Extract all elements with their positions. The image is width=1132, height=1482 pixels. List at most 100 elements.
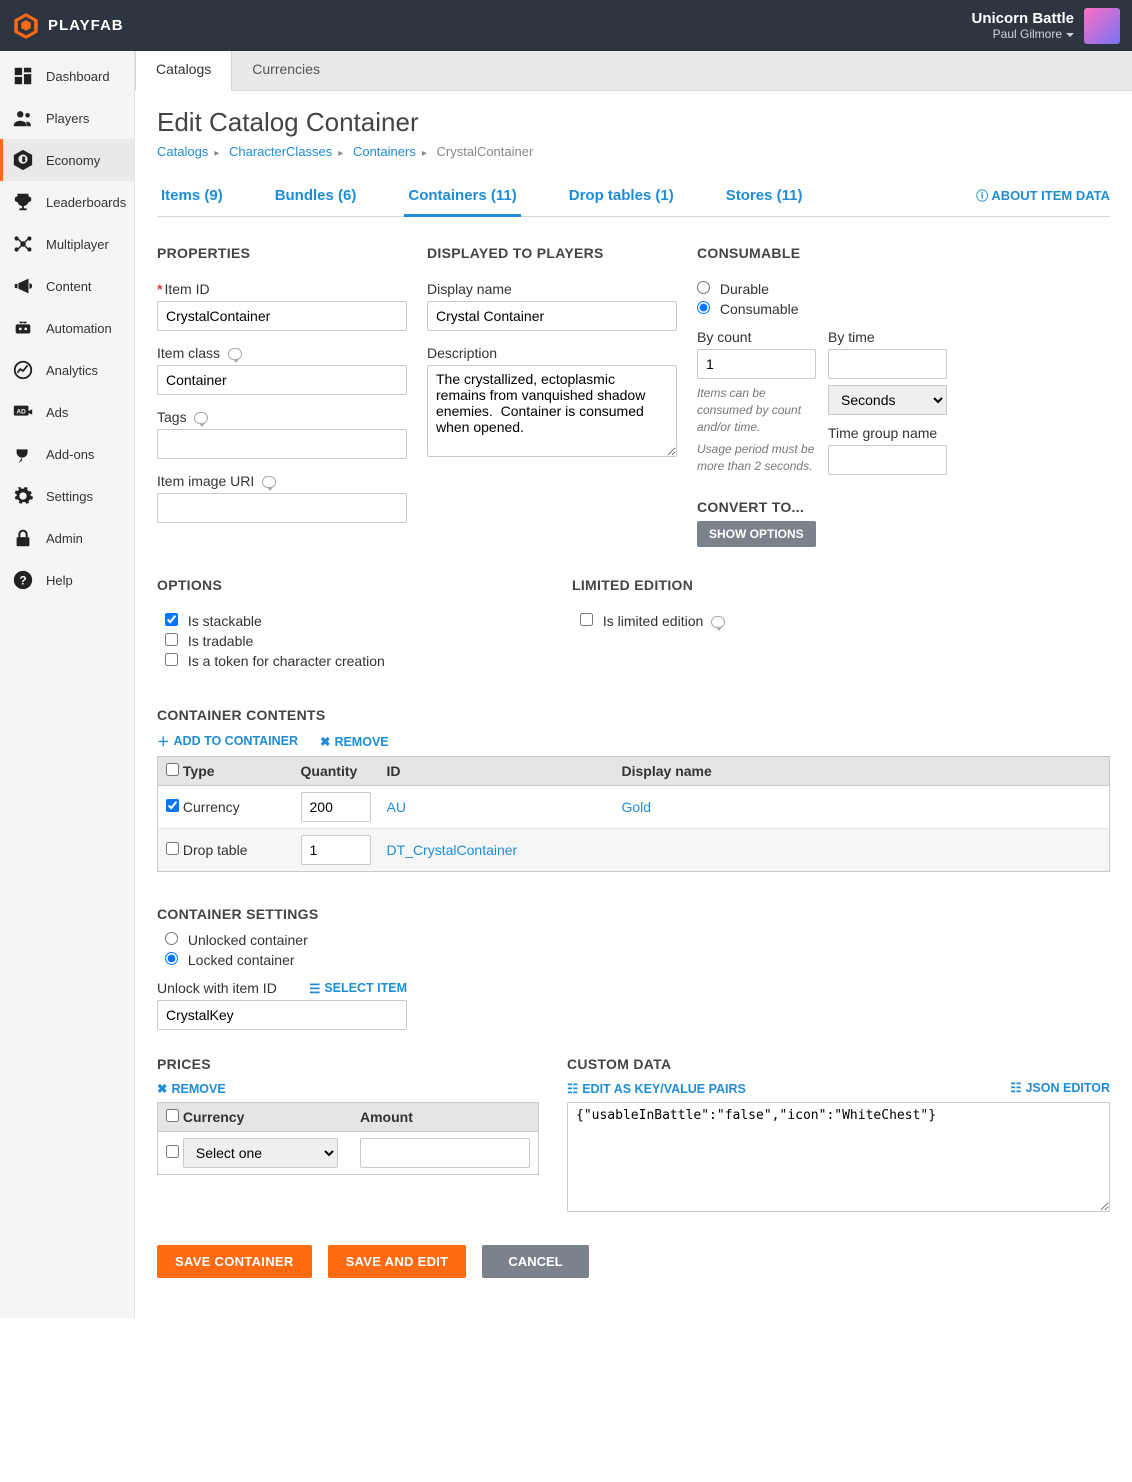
catalog-tabs: Items (9) Bundles (6) Containers (11) Dr…	[157, 177, 1110, 217]
image-uri-input[interactable]	[157, 493, 407, 523]
sidebar-item-content[interactable]: Content	[0, 265, 134, 307]
select-all-contents[interactable]	[166, 763, 179, 776]
content-dn-link[interactable]: Gold	[622, 799, 652, 815]
unlocked-radio[interactable]: Unlocked container	[165, 932, 308, 948]
content-id-link[interactable]: DT_CrystalContainer	[387, 842, 518, 858]
sidebar-item-automation[interactable]: Automation	[0, 307, 134, 349]
tags-input[interactable]	[157, 429, 407, 459]
sidebar-item-dashboard[interactable]: Dashboard	[0, 55, 134, 97]
crumb-catalogs[interactable]: Catalogs	[157, 144, 208, 159]
tradable-checkbox[interactable]: Is tradable	[165, 633, 253, 649]
custom-data-textarea[interactable]: {"usableInBattle":"false","icon":"WhiteC…	[567, 1102, 1110, 1212]
dashboard-icon	[12, 65, 34, 87]
locked-radio[interactable]: Locked container	[165, 952, 295, 968]
description-label: Description	[427, 345, 677, 361]
stackable-checkbox[interactable]: Is stackable	[165, 613, 262, 629]
sidebar: Dashboard Players Economy Leaderboards M…	[0, 51, 135, 1318]
item-class-label: Item class	[157, 345, 407, 361]
sidebar-item-admin[interactable]: Admin	[0, 517, 134, 559]
qty-input[interactable]	[301, 835, 371, 865]
item-id-input[interactable]	[157, 301, 407, 331]
remove-price-link[interactable]: ✖ REMOVE	[157, 1081, 226, 1096]
qty-input[interactable]	[301, 792, 371, 822]
sidebar-item-economy[interactable]: Economy	[0, 139, 134, 181]
sidebar-item-players[interactable]: Players	[0, 97, 134, 139]
brand-text: PLAYFAB	[48, 17, 124, 34]
by-time-input[interactable]	[828, 349, 947, 379]
content-id-link[interactable]: AU	[387, 799, 406, 815]
sub-nav: Catalogs Currencies	[135, 51, 1132, 91]
tab-drop-tables[interactable]: Drop tables (1)	[565, 177, 678, 216]
edit-kv-link[interactable]: ☷ EDIT AS KEY/VALUE PAIRS	[567, 1081, 746, 1096]
tab-items[interactable]: Items (9)	[157, 177, 227, 216]
display-name-label: Display name	[427, 281, 677, 297]
options-section: OPTIONS Is stackable Is tradable Is a to…	[157, 577, 552, 673]
user-menu[interactable]: Unicorn Battle Paul Gilmore	[971, 8, 1120, 44]
page-title: Edit Catalog Container	[157, 107, 1110, 138]
sidebar-item-multiplayer[interactable]: Multiplayer	[0, 223, 134, 265]
table-row: Select one	[158, 1132, 539, 1175]
currency-select[interactable]: Select one	[183, 1138, 338, 1168]
token-checkbox[interactable]: Is a token for character creation	[165, 653, 385, 669]
row-checkbox[interactable]	[166, 799, 179, 812]
crumb-containers[interactable]: Containers	[353, 144, 416, 159]
unlock-item-input[interactable]	[157, 1000, 407, 1030]
add-to-container-link[interactable]: ＋ ADD TO CONTAINER	[157, 731, 298, 750]
crumb-current: CrystalContainer	[436, 144, 533, 159]
about-item-data-link[interactable]: ⓘ ABOUT ITEM DATA	[976, 187, 1110, 204]
displayed-section: DISPLAYED TO PLAYERS Display name Descri…	[427, 245, 677, 547]
tab-containers[interactable]: Containers (11)	[404, 177, 520, 217]
properties-section: PROPERTIES *Item ID Item class Tags	[157, 245, 407, 547]
tab-stores[interactable]: Stores (11)	[722, 177, 807, 216]
sidebar-item-addons[interactable]: Add-ons	[0, 433, 134, 475]
tab-bundles[interactable]: Bundles (6)	[271, 177, 361, 216]
subnav-catalogs[interactable]: Catalogs	[135, 51, 232, 91]
durable-radio[interactable]: Durable	[697, 281, 769, 297]
limited-section: LIMITED EDITION Is limited edition	[572, 577, 725, 673]
description-input[interactable]: The crystallized, ectoplasmic remains fr…	[427, 365, 677, 457]
sidebar-item-settings[interactable]: Settings	[0, 475, 134, 517]
row-checkbox[interactable]	[166, 1145, 179, 1158]
item-class-input[interactable]	[157, 365, 407, 395]
display-name-input[interactable]	[427, 301, 677, 331]
unlock-label: Unlock with item ID	[157, 980, 277, 996]
prices-section: PRICES ✖ REMOVE Currency Amount Select o…	[157, 1056, 539, 1215]
cancel-button[interactable]: CANCEL	[482, 1245, 588, 1278]
save-container-button[interactable]: SAVE CONTAINER	[157, 1245, 312, 1278]
remove-content-link[interactable]: ✖ REMOVE	[320, 734, 389, 749]
sidebar-item-help[interactable]: ?Help	[0, 559, 134, 601]
time-group-label: Time group name	[828, 425, 947, 441]
megaphone-icon	[12, 275, 34, 297]
by-time-unit-select[interactable]: Seconds	[828, 385, 947, 415]
show-options-button[interactable]: SHOW OPTIONS	[697, 521, 816, 547]
settings-section: CONTAINER SETTINGS Unlocked container Lo…	[157, 906, 1110, 1030]
sidebar-item-leaderboards[interactable]: Leaderboards	[0, 181, 134, 223]
json-editor-link[interactable]: ☷ JSON EDITOR	[1010, 1080, 1110, 1095]
tags-label: Tags	[157, 409, 407, 425]
select-item-link[interactable]: ☰ SELECT ITEM	[309, 981, 407, 996]
comment-icon	[228, 348, 242, 360]
crumb-characterclasses[interactable]: CharacterClasses	[229, 144, 332, 159]
subnav-currencies[interactable]: Currencies	[232, 51, 340, 90]
consumable-help2: Usage period must be more than 2 seconds…	[697, 441, 816, 475]
ads-icon: AD	[12, 401, 34, 423]
consumable-section: CONSUMABLE Durable Consumable By count I…	[697, 245, 947, 547]
sidebar-item-ads[interactable]: ADAds	[0, 391, 134, 433]
svg-text:?: ?	[19, 574, 26, 588]
consumable-radio[interactable]: Consumable	[697, 301, 799, 317]
breadcrumb: Catalogs▸ CharacterClasses▸ Containers▸ …	[157, 144, 1110, 159]
save-and-edit-button[interactable]: SAVE AND EDIT	[328, 1245, 467, 1278]
sidebar-item-analytics[interactable]: Analytics	[0, 349, 134, 391]
row-checkbox[interactable]	[166, 842, 179, 855]
trophy-icon	[12, 191, 34, 213]
contents-section: CONTAINER CONTENTS ＋ ADD TO CONTAINER ✖ …	[157, 707, 1110, 872]
plug-icon	[12, 443, 34, 465]
amount-input[interactable]	[360, 1138, 530, 1168]
by-count-input[interactable]	[697, 349, 816, 379]
select-all-prices[interactable]	[166, 1109, 179, 1122]
time-group-input[interactable]	[828, 445, 947, 475]
prices-table: Currency Amount Select one	[157, 1102, 539, 1175]
limited-checkbox[interactable]: Is limited edition	[580, 613, 725, 629]
gear-icon	[12, 485, 34, 507]
logo[interactable]: PLAYFAB	[12, 12, 124, 40]
